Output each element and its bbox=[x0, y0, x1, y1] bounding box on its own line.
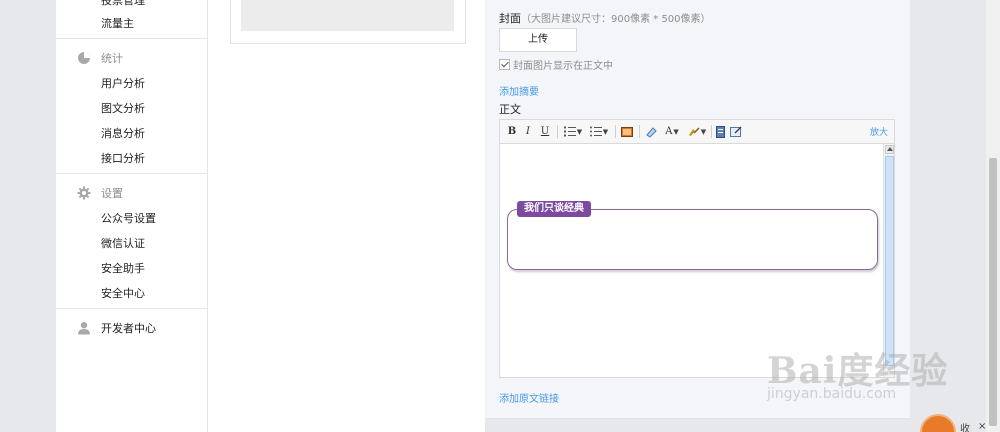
sidebar-item-api-analysis[interactable]: 接口分析 bbox=[101, 150, 145, 166]
upload-cover-button[interactable]: 上传 bbox=[499, 28, 577, 52]
italic-button[interactable]: I bbox=[522, 124, 534, 139]
floating-collapse-label[interactable]: 收 bbox=[960, 420, 970, 432]
article-cover-thumbnail bbox=[241, 0, 454, 31]
add-source-link[interactable]: 添加原文链接 bbox=[499, 390, 559, 405]
sidebar-item-account-settings[interactable]: 公众号设置 bbox=[101, 210, 156, 226]
article-preview-card[interactable] bbox=[230, 0, 466, 44]
cover-label-row: 封面（大图片建议尺寸：900像素 * 500像素） bbox=[499, 10, 711, 26]
pie-chart-icon bbox=[78, 52, 90, 64]
sidebar-group-settings: 设置 bbox=[56, 180, 208, 206]
floating-helper-icon[interactable] bbox=[920, 414, 956, 432]
chevron-down-icon: ▼ bbox=[576, 127, 583, 136]
sidebar-item-traffic-owner[interactable]: 流量主 bbox=[101, 15, 134, 31]
bold-button[interactable]: B bbox=[506, 124, 518, 139]
sidebar-item-security-assistant[interactable]: 安全助手 bbox=[101, 260, 145, 276]
chevron-down-icon: ▼ bbox=[602, 127, 609, 136]
sidebar-group-title: 设置 bbox=[101, 187, 123, 200]
show-cover-checkbox-label: 封面图片显示在正文中 bbox=[513, 61, 613, 72]
bullet-list-icon bbox=[589, 126, 602, 137]
show-cover-in-body-row[interactable]: 封面图片显示在正文中 bbox=[499, 57, 613, 72]
sidebar-item-message-analysis[interactable]: 消息分析 bbox=[101, 125, 145, 141]
scroll-up-arrow-icon[interactable] bbox=[885, 145, 894, 154]
sidebar-divider bbox=[56, 173, 208, 174]
article-editor-panel: 封面（大图片建议尺寸：900像素 * 500像素） 上传 封面图片显示在正文中 … bbox=[485, 0, 910, 419]
template-frame[interactable] bbox=[507, 209, 878, 270]
sidebar-item-article-analysis[interactable]: 图文分析 bbox=[101, 100, 145, 116]
underline-button[interactable]: U bbox=[539, 124, 551, 139]
chevron-down-icon: ▼ bbox=[700, 127, 707, 136]
toolbar-separator bbox=[711, 125, 712, 138]
close-icon[interactable]: × bbox=[978, 421, 986, 432]
page-scrollbar[interactable] bbox=[986, 0, 1000, 432]
toolbar-separator bbox=[557, 125, 558, 138]
eraser-icon bbox=[646, 126, 657, 138]
expand-editor-link[interactable]: 放大 bbox=[870, 125, 888, 138]
document-icon bbox=[715, 125, 725, 138]
gear-icon bbox=[77, 186, 91, 200]
sidebar-divider bbox=[56, 38, 208, 39]
sidebar-divider bbox=[56, 308, 208, 309]
template-icon bbox=[730, 126, 742, 137]
page-scrollbar-thumb[interactable] bbox=[989, 158, 997, 426]
font-color-button[interactable]: A ▼ bbox=[661, 124, 683, 139]
highlighter-icon bbox=[688, 126, 700, 136]
editor-toolbar: B I U ▼ ▼ A ▼ ▼ 放大 bbox=[500, 120, 894, 144]
image-icon bbox=[621, 126, 633, 137]
sidebar-item-developer-center[interactable]: 开发者中心 bbox=[56, 315, 208, 341]
ordered-list-icon bbox=[563, 126, 576, 137]
sidebar-item-label: 开发者中心 bbox=[101, 322, 156, 335]
insert-table-button[interactable] bbox=[714, 124, 726, 139]
sidebar-group-statistics: 统计 bbox=[56, 45, 208, 71]
article-preview-column bbox=[208, 0, 485, 432]
sidebar-group-title: 统计 bbox=[101, 52, 123, 65]
highlight-color-button[interactable]: ▼ bbox=[686, 124, 708, 139]
show-cover-checkbox[interactable] bbox=[499, 59, 510, 70]
add-summary-link[interactable]: 添加摘要 bbox=[499, 83, 539, 98]
sidebar-item-security-center[interactable]: 安全中心 bbox=[101, 285, 145, 301]
ordered-list-button[interactable]: ▼ bbox=[562, 124, 584, 139]
editor-scrollbar[interactable] bbox=[883, 144, 894, 377]
unordered-list-button[interactable]: ▼ bbox=[588, 124, 610, 139]
sidebar: 投票管理 流量主 统计 用户分析 图文分析 消息分析 接口分析 设置 公众号设置… bbox=[56, 0, 208, 432]
insert-template-button[interactable] bbox=[729, 124, 743, 139]
sidebar-item-partial[interactable]: 投票管理 bbox=[101, 0, 145, 8]
insert-image-button[interactable] bbox=[620, 124, 634, 139]
sidebar-item-user-analysis[interactable]: 用户分析 bbox=[101, 75, 145, 91]
body-label: 正文 bbox=[499, 103, 521, 116]
editor-content-area[interactable]: 我们只谈经典 bbox=[500, 144, 883, 377]
sidebar-item-wechat-verify[interactable]: 微信认证 bbox=[101, 235, 145, 251]
person-icon bbox=[78, 322, 90, 335]
eraser-button[interactable] bbox=[644, 124, 658, 139]
cover-label: 封面 bbox=[499, 12, 521, 25]
toolbar-separator bbox=[615, 125, 616, 138]
editor-scrollbar-thumb[interactable] bbox=[885, 156, 894, 366]
chevron-down-icon: ▼ bbox=[673, 127, 679, 136]
rich-text-editor: B I U ▼ ▼ A ▼ ▼ 放大 我们只谈经典 bbox=[499, 119, 895, 378]
cover-size-hint: （大图片建议尺寸：900像素 * 500像素） bbox=[521, 14, 711, 25]
template-title-tag[interactable]: 我们只谈经典 bbox=[517, 201, 591, 217]
toolbar-separator bbox=[639, 125, 640, 138]
font-color-icon: A bbox=[665, 126, 673, 137]
